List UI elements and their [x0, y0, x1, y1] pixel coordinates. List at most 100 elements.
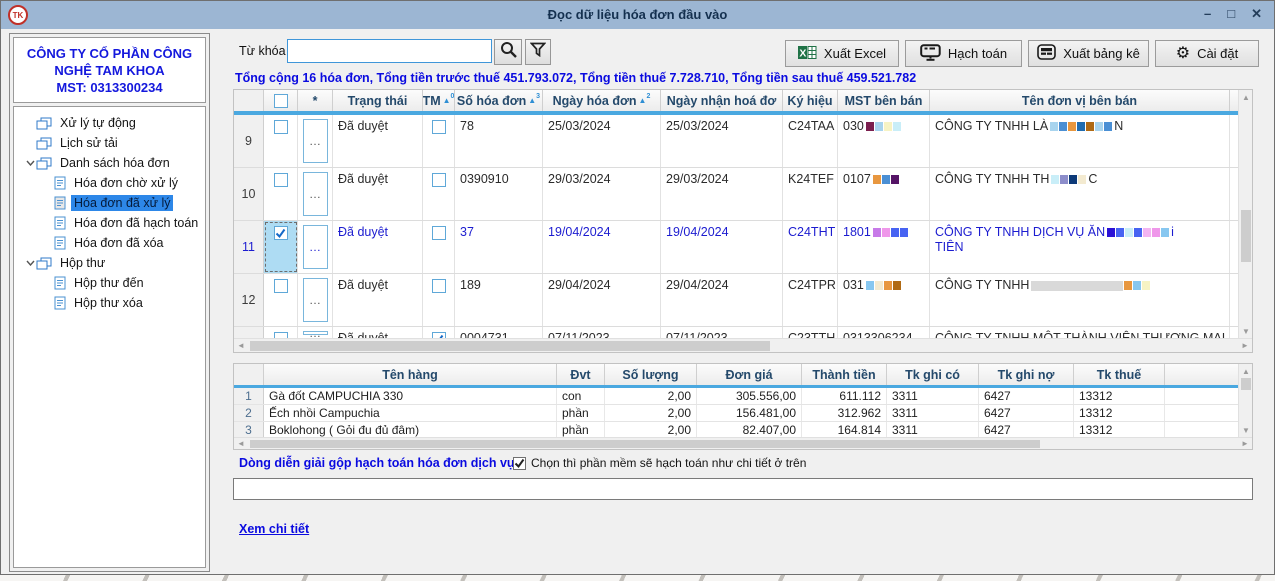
row-select-cell[interactable]: [264, 168, 298, 220]
dots-button[interactable]: …: [303, 331, 328, 335]
keyword-input[interactable]: [287, 39, 492, 63]
tm-checkbox[interactable]: [432, 173, 446, 187]
cell-credit-account: 3311: [887, 422, 979, 438]
sidebar: CÔNG TY CỔ PHẦN CÔNG NGHỆ TAM KHOA MST: …: [9, 33, 210, 572]
maximize-button[interactable]: □: [1227, 6, 1235, 22]
select-all-checkbox[interactable]: [274, 94, 288, 108]
cell-invoice-number: 78: [455, 115, 543, 167]
scroll-right-icon[interactable]: ►: [1238, 339, 1252, 353]
export-bang-ke-button[interactable]: Xuất bảng kê: [1028, 40, 1149, 67]
tree-item-hoa-don-da-xu-ly[interactable]: Hóa đơn đã xử lý: [14, 193, 205, 213]
header-amount[interactable]: Thành tiền: [802, 364, 887, 385]
option-checkbox-checked[interactable]: [513, 457, 526, 470]
header-serial[interactable]: Ký hiệu: [783, 90, 838, 111]
header-seller-tax[interactable]: MST bên bán: [838, 90, 930, 111]
scrollbar-thumb[interactable]: [1241, 378, 1251, 390]
cell-debit-account: 6427: [979, 388, 1074, 404]
row-checkbox[interactable]: [274, 120, 288, 134]
titlebar[interactable]: TK Đọc dữ liệu hóa đơn đầu vào – □ ✕: [1, 1, 1274, 29]
line-items-horizontal-scrollbar[interactable]: ◄ ►: [234, 437, 1252, 449]
header-invoice-number[interactable]: Số hóa đơn▲3: [455, 90, 543, 111]
row-checkbox[interactable]: [274, 173, 288, 187]
scroll-up-icon[interactable]: ▲: [1239, 90, 1253, 104]
row-expand-cell[interactable]: …: [298, 274, 333, 326]
invoice-row-9[interactable]: 9 … Đã duyệt 78 25/03/2024 25/03/2024 C2…: [234, 115, 1240, 168]
dots-button[interactable]: …: [303, 225, 328, 269]
scroll-up-icon[interactable]: ▲: [1239, 364, 1253, 378]
tree-item-hop-thu-den[interactable]: Hộp thư đến: [14, 273, 205, 293]
line-items-vertical-scrollbar[interactable]: ▲ ▼: [1238, 364, 1252, 437]
tree-item-xu-ly-tu-dong[interactable]: Xử lý tự động: [14, 113, 205, 133]
dots-button[interactable]: …: [303, 119, 328, 163]
tree-item-hoa-don-da-hach-toan[interactable]: Hóa đơn đã hạch toán: [14, 213, 205, 233]
filter-button[interactable]: [525, 39, 551, 65]
header-unit-price[interactable]: Đơn giá: [697, 364, 802, 385]
tree-item-hoa-don-da-xoa[interactable]: Hóa đơn đã xóa: [14, 233, 205, 253]
cell-tm[interactable]: [423, 221, 455, 273]
settings-label: Cài đặt: [1197, 46, 1238, 61]
line-item-row-2[interactable]: 2 Ếch nhồi Campuchia phần 2,00 156.481,0…: [234, 405, 1240, 422]
header-tm[interactable]: TM▲0: [423, 90, 455, 111]
header-debit-account[interactable]: Tk ghi nợ: [979, 364, 1074, 385]
row-select-cell[interactable]: [264, 115, 298, 167]
hach-toan-button[interactable]: Hạch toán: [905, 40, 1022, 67]
tm-checkbox[interactable]: [432, 279, 446, 293]
header-quantity[interactable]: Số lượng: [605, 364, 697, 385]
header-tax-account[interactable]: Tk thuế: [1074, 364, 1165, 385]
row-expand-cell[interactable]: …: [298, 168, 333, 220]
tree-item-hop-thu-xoa[interactable]: Hộp thư xóa: [14, 293, 205, 313]
header-star[interactable]: *: [298, 90, 333, 111]
header-select-all[interactable]: [264, 90, 298, 111]
invoice-vertical-scrollbar[interactable]: ▲ ▼: [1238, 90, 1252, 338]
line-item-row-1[interactable]: 1 Gà đốt CAMPUCHIA 330 con 2,00 305.556,…: [234, 388, 1240, 405]
export-excel-button[interactable]: X Xuất Excel: [785, 40, 899, 67]
header-status[interactable]: Trạng thái: [333, 90, 423, 111]
tm-checkbox[interactable]: [432, 120, 446, 134]
invoice-row-12[interactable]: 12 … Đã duyệt 189 29/04/2024 29/04/2024 …: [234, 274, 1240, 327]
scroll-down-icon[interactable]: ▼: [1239, 324, 1253, 338]
scrollbar-thumb[interactable]: [250, 440, 1040, 448]
row-checkbox-checked[interactable]: [274, 226, 288, 240]
close-button[interactable]: ✕: [1251, 6, 1262, 22]
invoice-horizontal-scrollbar[interactable]: ◄ ►: [234, 338, 1252, 352]
tree-item-hoa-don-cho-xu-ly[interactable]: Hóa đơn chờ xử lý: [14, 173, 205, 193]
header-seller-name[interactable]: Tên đơn vị bên bán: [930, 90, 1230, 111]
tree-item-danh-sach-hoa-don[interactable]: Danh sách hóa đơn: [14, 153, 205, 173]
minimize-button[interactable]: –: [1204, 6, 1211, 22]
invoice-row-11-selected[interactable]: 11 … Đã duyệt 37 19/04/2024 19/04/2024 C…: [234, 221, 1240, 274]
header-received-date[interactable]: Ngày nhận hoá đơ: [661, 90, 783, 111]
detail-posting-option[interactable]: Chọn thì phần mềm sẽ hạch toán như chi t…: [513, 456, 806, 470]
header-item-name[interactable]: Tên hàng: [264, 364, 557, 385]
cell-tm[interactable]: [423, 115, 455, 167]
cell-tm[interactable]: [423, 168, 455, 220]
tree-item-hop-thu[interactable]: Hộp thư: [14, 253, 205, 273]
window-title: Đọc dữ liệu hóa đơn đầu vào: [1, 7, 1274, 22]
scroll-left-icon[interactable]: ◄: [234, 437, 248, 451]
dots-button[interactable]: …: [303, 278, 328, 322]
row-expand-cell[interactable]: …: [298, 221, 333, 273]
header-credit-account[interactable]: Tk ghi có: [887, 364, 979, 385]
invoice-row-10[interactable]: 10 … Đã duyệt 0390910 29/03/2024 29/03/2…: [234, 168, 1240, 221]
cell-tm[interactable]: [423, 274, 455, 326]
view-detail-link[interactable]: Xem chi tiết: [239, 522, 309, 536]
chevron-down-icon[interactable]: [24, 160, 36, 166]
tree-item-lich-su-tai[interactable]: Lịch sử tải: [14, 133, 205, 153]
scroll-right-icon[interactable]: ►: [1238, 437, 1252, 451]
merged-description-input[interactable]: [233, 478, 1253, 500]
header-unit[interactable]: Đvt: [557, 364, 605, 385]
settings-button[interactable]: ⚙ Cài đặt: [1155, 40, 1259, 67]
row-select-cell-focused[interactable]: [264, 221, 298, 273]
scroll-left-icon[interactable]: ◄: [234, 339, 248, 353]
row-select-cell[interactable]: [264, 274, 298, 326]
header-invoice-date[interactable]: Ngày hóa đơn▲2: [543, 90, 661, 111]
row-expand-cell[interactable]: …: [298, 115, 333, 167]
sort-asc-icon: ▲0: [443, 96, 455, 105]
search-button[interactable]: [494, 39, 522, 65]
scrollbar-thumb[interactable]: [1241, 210, 1251, 262]
tm-checkbox[interactable]: [432, 226, 446, 240]
scroll-down-icon[interactable]: ▼: [1239, 423, 1253, 437]
row-checkbox[interactable]: [274, 279, 288, 293]
scrollbar-thumb[interactable]: [250, 341, 770, 351]
chevron-down-icon[interactable]: [24, 260, 36, 266]
dots-button[interactable]: …: [303, 172, 328, 216]
